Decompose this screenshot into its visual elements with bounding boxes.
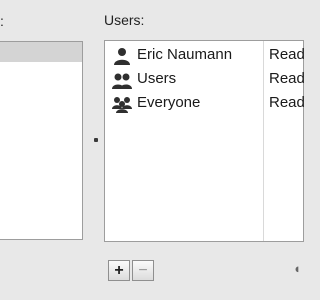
selected-list-row[interactable] bbox=[0, 42, 82, 62]
splitter-handle[interactable] bbox=[94, 138, 98, 142]
user-row[interactable]: Everyone Read bbox=[105, 92, 305, 116]
remove-user-button[interactable]: − bbox=[132, 260, 154, 281]
users-table[interactable]: Eric Naumann Read Users Read Everyone Re… bbox=[104, 40, 305, 242]
user-permission[interactable]: Read bbox=[269, 46, 305, 64]
person-icon bbox=[114, 48, 130, 65]
user-row[interactable]: Users Read bbox=[105, 68, 305, 92]
everyone-icon bbox=[112, 97, 132, 113]
user-permission[interactable]: Read bbox=[269, 70, 305, 88]
user-row[interactable]: Eric Naumann Read bbox=[105, 44, 305, 68]
user-name: Users bbox=[137, 70, 177, 87]
users-label: Users: bbox=[104, 12, 145, 28]
action-menu-icon[interactable]: ◖ bbox=[293, 262, 301, 276]
left-list-panel[interactable] bbox=[0, 41, 83, 240]
left-pane-label: : bbox=[0, 13, 4, 29]
add-user-button[interactable]: + bbox=[108, 260, 130, 281]
user-permission[interactable]: Read bbox=[269, 94, 305, 112]
user-name: Everyone bbox=[137, 94, 201, 111]
user-name: Eric Naumann bbox=[137, 46, 233, 63]
group-icon bbox=[112, 73, 132, 89]
